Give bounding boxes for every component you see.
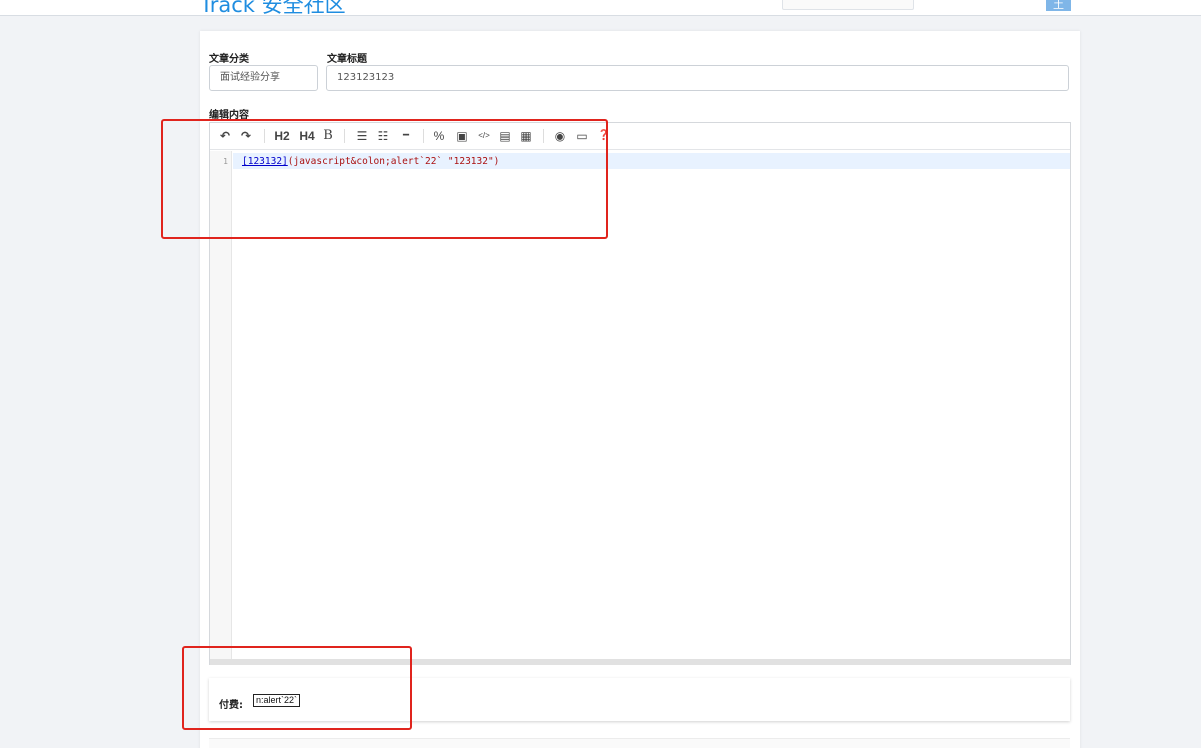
code-link-text: [123132]: [242, 156, 288, 167]
line-number: 1: [223, 157, 228, 166]
top-navbar: Track 安全社区 土: [0, 0, 1201, 16]
content-label: 编辑内容: [209, 110, 249, 121]
preview-icon[interactable]: ◉: [553, 127, 567, 145]
pay-label: 付费:: [219, 700, 243, 711]
markdown-editor: ↶ ↷ H2 H4 B ☰ ☷ ━ % ▣ </> ▤ ▦ ◉ ▭ ❓ 1 [1…: [209, 122, 1071, 665]
redo-icon[interactable]: ↷: [239, 127, 253, 145]
pay-panel: 付费: n:alert`22`: [209, 678, 1070, 721]
h4-button[interactable]: H4: [297, 127, 317, 145]
search-input[interactable]: [782, 0, 914, 10]
unordered-list-icon[interactable]: ☰: [355, 127, 369, 145]
avatar[interactable]: 土: [1046, 0, 1071, 11]
image-icon[interactable]: ▣: [455, 127, 469, 145]
article-editor-card: 文章分类 面试经验分享 文章标题 123123123 编辑内容 ↶ ↷ H2 H…: [200, 31, 1080, 748]
ordered-list-icon[interactable]: ☷: [376, 127, 390, 145]
fullscreen-icon[interactable]: ▭: [574, 127, 590, 145]
help-icon[interactable]: ❓: [597, 127, 611, 145]
bottom-panel: [209, 738, 1070, 748]
category-select[interactable]: 面试经验分享: [209, 65, 318, 91]
bold-button[interactable]: B: [321, 127, 335, 145]
code-icon[interactable]: </>: [476, 127, 492, 145]
code-block-icon[interactable]: ▤: [498, 127, 512, 145]
code-line[interactable]: [123132](javascript&colon;alert`22` "123…: [242, 156, 499, 167]
code-url-text: (javascript&colon;alert`22` "123132"): [287, 156, 500, 167]
toolbar-divider: [264, 129, 265, 143]
table-icon[interactable]: ▦: [519, 127, 533, 145]
h2-button[interactable]: H2: [272, 127, 292, 145]
toolbar-divider: [423, 129, 424, 143]
horizontal-scrollbar[interactable]: [210, 659, 1070, 665]
editor-toolbar: ↶ ↷ H2 H4 B ☰ ☷ ━ % ▣ </> ▤ ▦ ◉ ▭ ❓: [210, 123, 1070, 150]
toolbar-divider: [543, 129, 544, 143]
hr-icon[interactable]: ━: [399, 127, 413, 145]
line-gutter: 1: [210, 151, 232, 659]
category-label: 文章分类: [209, 54, 249, 65]
title-input[interactable]: 123123123: [326, 65, 1069, 91]
link-icon[interactable]: %: [432, 127, 446, 145]
toolbar-divider: [344, 129, 345, 143]
site-brand[interactable]: Track 安全社区: [200, 0, 346, 15]
pay-link[interactable]: n:alert`22`: [253, 694, 301, 707]
undo-icon[interactable]: ↶: [218, 127, 232, 145]
title-label: 文章标题: [327, 54, 367, 65]
